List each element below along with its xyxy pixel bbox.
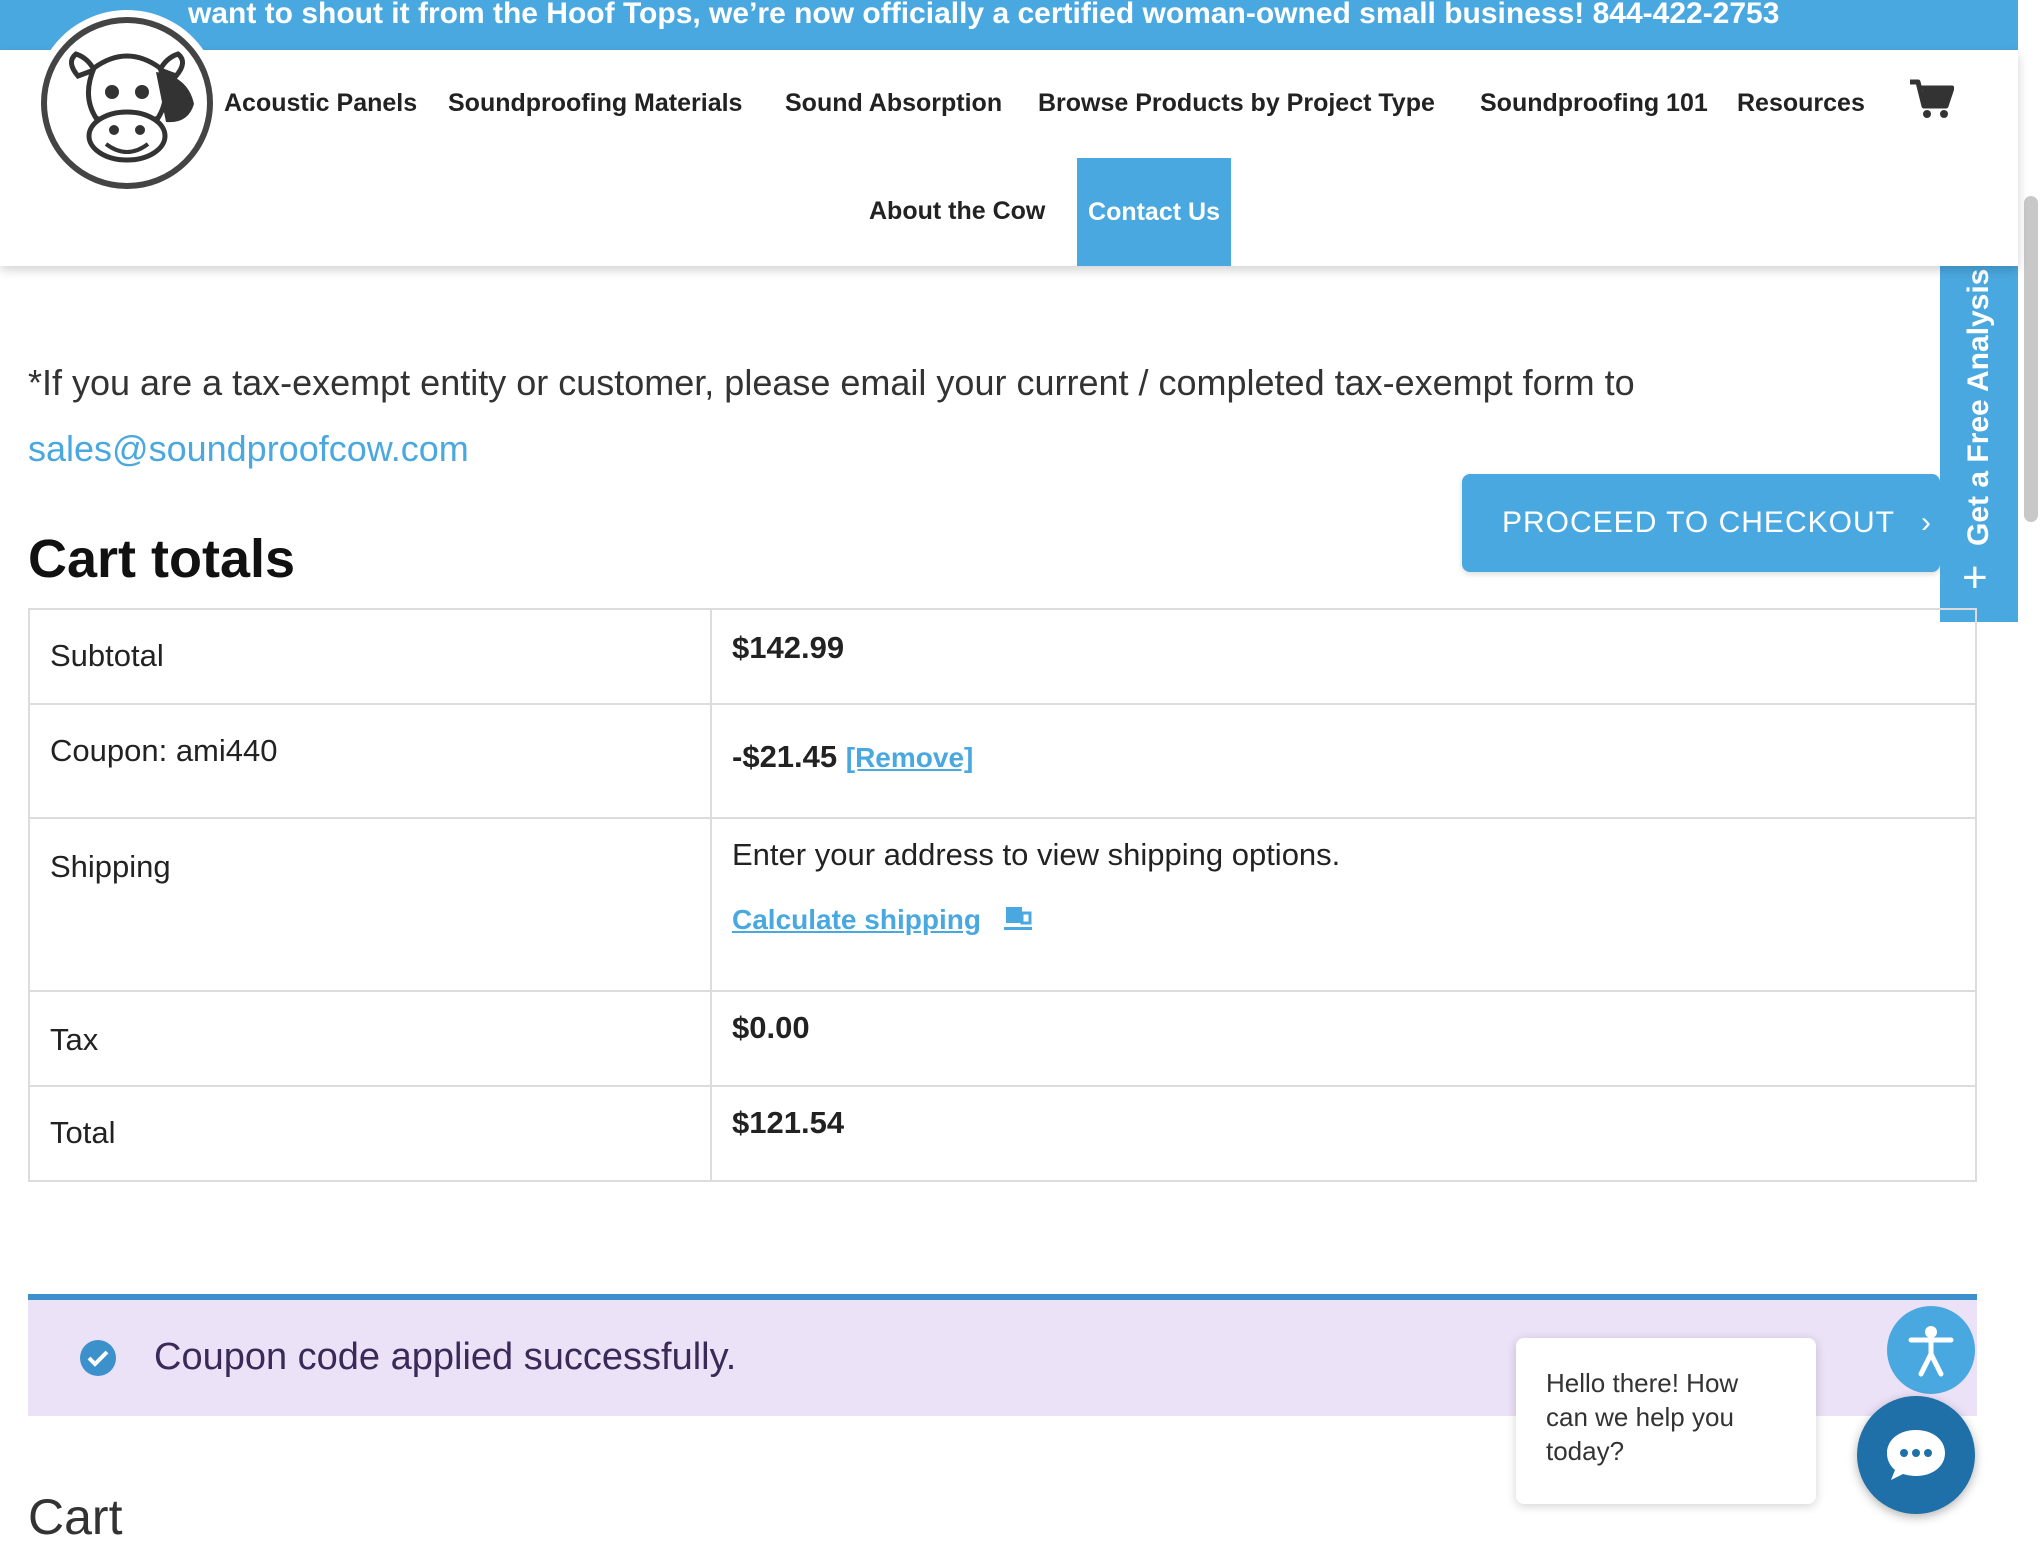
table-row: Shipping Enter your address to view ship… xyxy=(28,817,1977,992)
table-row: Tax $0.00 xyxy=(28,990,1977,1087)
tax-note-text: *If you are a tax-exempt entity or custo… xyxy=(28,362,1635,403)
nav-about-the-cow[interactable]: About the Cow xyxy=(869,197,1045,226)
nav-contact-us[interactable]: Contact Us xyxy=(1077,158,1231,266)
announcement-bar: want to shout it from the Hoof Tops, we’… xyxy=(0,0,2018,50)
shipping-text: Enter your address to view shipping opti… xyxy=(732,837,1341,872)
cow-logo-icon xyxy=(41,17,213,189)
coupon-label: Coupon: ami440 xyxy=(28,703,712,819)
subtotal-value: $142.99 xyxy=(732,630,845,665)
nav-sound-absorption[interactable]: Sound Absorption xyxy=(785,89,1002,118)
page-scrollbar[interactable] xyxy=(2024,196,2038,522)
remove-coupon-link[interactable]: [Remove] xyxy=(846,742,974,773)
cart-totals-table: Subtotal $142.99 Coupon: ami440 -$21.45 … xyxy=(28,608,1977,1182)
notice-message: Coupon code applied successfully. xyxy=(154,1336,737,1378)
total-value: $121.54 xyxy=(732,1105,845,1140)
nav-browse-by-project[interactable]: Browse Products by Project Type xyxy=(1038,89,1435,118)
chevron-right-icon: › xyxy=(1920,506,1932,539)
tax-value: $0.00 xyxy=(732,1010,810,1045)
proceed-to-checkout-button[interactable]: PROCEED TO CHECKOUT › xyxy=(1462,474,1940,572)
free-analysis-label: Get a Free Analysis xyxy=(1962,268,1995,546)
announcement-text: want to shout it from the Hoof Tops, we’… xyxy=(188,0,1780,30)
cart-icon[interactable] xyxy=(1908,78,1955,125)
table-row: Coupon: ami440 -$21.45 [Remove] xyxy=(28,703,1977,819)
calculate-shipping-link[interactable]: Calculate shipping xyxy=(732,904,981,935)
sales-email-link[interactable]: sales@soundproofcow.com xyxy=(28,428,469,469)
plus-icon: + xyxy=(1962,553,1988,602)
total-label: Total xyxy=(28,1085,712,1182)
nav-soundproofing-materials[interactable]: Soundproofing Materials xyxy=(448,89,742,118)
tax-label: Tax xyxy=(28,990,712,1087)
nav-soundproofing-101[interactable]: Soundproofing 101 xyxy=(1480,89,1708,118)
free-analysis-tab[interactable]: Get a Free Analysis + xyxy=(1940,266,2018,622)
accessibility-icon xyxy=(1908,1326,1954,1377)
check-circle-icon xyxy=(80,1340,116,1376)
accessibility-button[interactable] xyxy=(1887,1306,1975,1394)
nav-resources[interactable]: Resources xyxy=(1737,89,1865,118)
chat-icon xyxy=(1887,1430,1945,1480)
checkout-label: PROCEED TO CHECKOUT xyxy=(1502,506,1895,539)
table-row: Subtotal $142.99 xyxy=(28,608,1977,705)
site-header: Acoustic Panels Soundproofing Materials … xyxy=(0,14,2018,266)
chat-launcher-button[interactable] xyxy=(1857,1396,1975,1514)
truck-icon[interactable] xyxy=(1003,903,1032,939)
shipping-label: Shipping xyxy=(28,817,712,992)
table-row: Total $121.54 xyxy=(28,1085,1977,1182)
cart-totals-title: Cart totals xyxy=(28,529,296,589)
subtotal-label: Subtotal xyxy=(28,608,712,705)
tax-exempt-note: *If you are a tax-exempt entity or custo… xyxy=(28,350,1908,482)
site-logo[interactable] xyxy=(38,14,216,192)
chat-greeting-bubble[interactable]: Hello there! How can we help you today? xyxy=(1516,1338,1816,1504)
cart-heading: Cart xyxy=(28,1489,123,1545)
coupon-value: -$21.45 xyxy=(732,739,838,774)
chat-greeting-text: Hello there! How can we help you today? xyxy=(1546,1368,1739,1466)
nav-acoustic-panels[interactable]: Acoustic Panels xyxy=(224,89,417,118)
